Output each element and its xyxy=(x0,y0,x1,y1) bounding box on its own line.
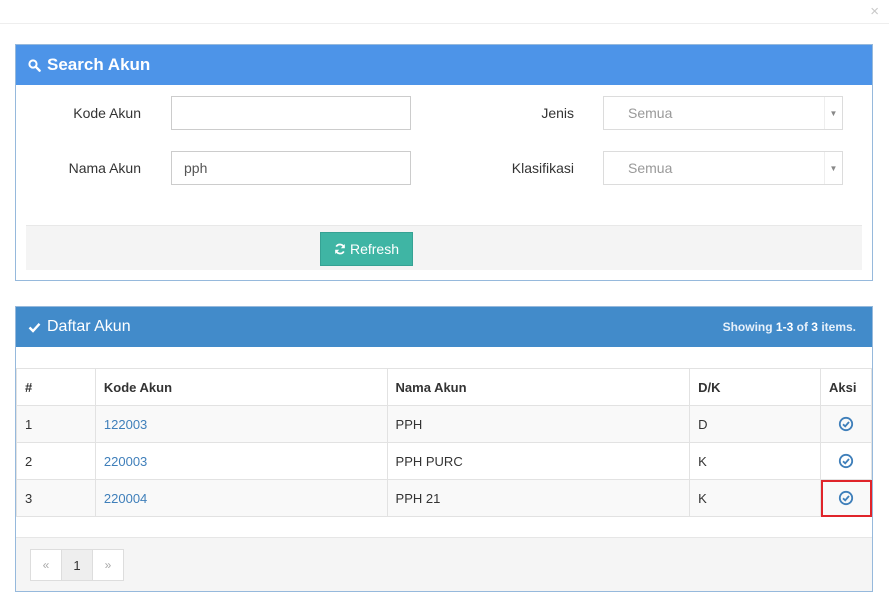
kode-akun-link[interactable]: 122003 xyxy=(104,417,147,432)
jenis-selected-value: Semua xyxy=(628,105,673,121)
row-dk: K xyxy=(689,479,821,517)
row-aksi xyxy=(819,442,873,480)
refresh-button-label: Refresh xyxy=(349,241,400,257)
row-dk: D xyxy=(689,405,821,443)
row-nama-akun: PPH 21 xyxy=(386,479,691,517)
jenis-label: Jenis xyxy=(541,105,574,121)
search-panel: Search Akun Kode Akun Nama Akun Jenis Se… xyxy=(15,44,873,281)
pagination-prev[interactable]: « xyxy=(30,549,62,581)
row-nama-akun: PPH xyxy=(386,405,691,443)
klasifikasi-selected-value: Semua xyxy=(628,160,673,176)
row-kode-akun: 220003 xyxy=(94,442,388,480)
kode-akun-link[interactable]: 220004 xyxy=(104,491,147,506)
row-number: 1 xyxy=(16,405,96,443)
search-panel-title: Search Akun xyxy=(47,55,151,74)
kode-akun-link[interactable]: 220003 xyxy=(104,454,147,469)
chevron-down-icon: ▼ xyxy=(824,152,842,184)
row-number: 3 xyxy=(16,479,96,517)
pagination-bar: « 1 » xyxy=(16,537,872,591)
pagination-page-1[interactable]: 1 xyxy=(61,549,93,581)
list-panel-title: Daftar Akun xyxy=(47,318,131,335)
kode-akun-label: Kode Akun xyxy=(73,105,141,121)
row-nama-akun: PPH PURC xyxy=(386,442,691,480)
pagination-next[interactable]: » xyxy=(92,549,124,581)
refresh-button[interactable]: Refresh xyxy=(320,232,413,266)
column-header-number: # xyxy=(16,368,96,406)
select-circle-check-icon[interactable] xyxy=(838,453,854,469)
close-icon[interactable]: × xyxy=(870,4,879,20)
akun-table: # Kode Akun Nama Akun D/K Aksi 1 122003 … xyxy=(16,368,873,517)
table-row: 1 122003 PPH D xyxy=(16,405,873,443)
klasifikasi-select[interactable]: Semua ▼ xyxy=(603,151,843,185)
jenis-select[interactable]: Semua ▼ xyxy=(603,96,843,130)
row-aksi xyxy=(819,479,873,517)
select-circle-check-icon[interactable] xyxy=(838,416,854,432)
select-circle-check-icon[interactable] xyxy=(838,490,854,506)
column-header-kode-akun: Kode Akun xyxy=(94,368,388,406)
search-panel-header: Search Akun xyxy=(16,45,872,85)
nama-akun-input[interactable] xyxy=(171,151,411,185)
check-icon xyxy=(28,322,41,333)
pagination: « 1 » xyxy=(30,549,124,581)
column-header-nama-akun: Nama Akun xyxy=(386,368,691,406)
list-panel-header: Daftar Akun Showing 1-3 of 3 items. xyxy=(16,307,872,347)
klasifikasi-label: Klasifikasi xyxy=(511,160,574,176)
table-header-row: # Kode Akun Nama Akun D/K Aksi xyxy=(16,368,873,406)
search-actions-bar: Refresh xyxy=(26,225,862,270)
kode-akun-input[interactable] xyxy=(171,96,411,130)
column-header-aksi: Aksi xyxy=(819,368,873,406)
chevron-down-icon: ▼ xyxy=(824,97,842,129)
search-icon xyxy=(28,58,41,72)
table-row: 2 220003 PPH PURC K xyxy=(16,442,873,480)
row-dk: K xyxy=(689,442,821,480)
row-kode-akun: 220004 xyxy=(94,479,388,517)
nama-akun-label: Nama Akun xyxy=(68,160,141,176)
modal-top-bar: × xyxy=(0,0,889,24)
items-summary: Showing 1-3 of 3 items. xyxy=(722,320,856,334)
row-aksi xyxy=(819,405,873,443)
table-row: 3 220004 PPH 21 K xyxy=(16,479,873,517)
row-kode-akun: 122003 xyxy=(94,405,388,443)
list-panel: Daftar Akun Showing 1-3 of 3 items. # Ko… xyxy=(15,306,873,592)
column-header-dk: D/K xyxy=(689,368,821,406)
row-number: 2 xyxy=(16,442,96,480)
refresh-icon xyxy=(335,243,345,255)
